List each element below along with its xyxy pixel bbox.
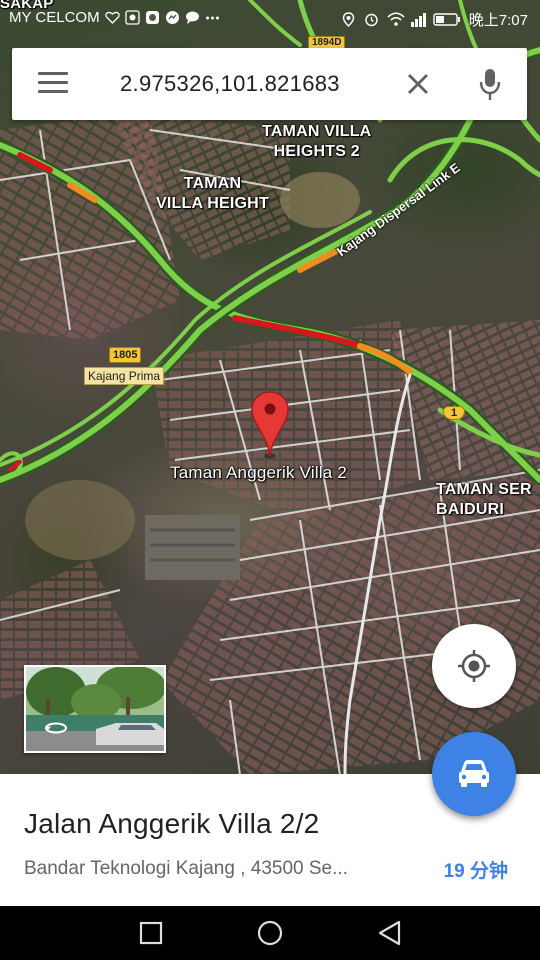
place-chip-kajang-prima[interactable]: Kajang Prima: [84, 367, 165, 385]
area-label-taman-seri-baiduri: TAMAN SER BAIDURI: [436, 481, 532, 518]
heart-rate-icon: [104, 10, 120, 25]
microphone-icon[interactable]: [478, 68, 502, 102]
close-icon[interactable]: [404, 70, 432, 98]
browser-icon: [124, 10, 140, 25]
home-icon[interactable]: [255, 918, 285, 948]
area-label-taman-villa-heights-2: TAMAN VILLA HEIGHTS 2: [262, 123, 372, 160]
street-view-rotate-icon: [44, 721, 68, 735]
alarm-icon: [364, 12, 379, 27]
my-location-button[interactable]: [432, 624, 516, 708]
message-icon: [185, 10, 200, 25]
open-ground: [25, 480, 135, 560]
location-icon: [341, 12, 356, 27]
signal-icon: [410, 12, 426, 27]
route-shield-1: 1: [443, 406, 466, 420]
location-pin-icon[interactable]: [250, 390, 290, 460]
messenger-icon: [165, 10, 180, 25]
back-icon[interactable]: [375, 918, 405, 948]
pin-place-label: Taman Anggerik Villa 2: [170, 463, 348, 482]
area-label-taman-villa-height: TAMAN VILLA HEIGHT: [156, 175, 269, 212]
battery-icon: [433, 12, 461, 27]
status-bar: MY CELCOM 晚上7:07: [0, 0, 540, 36]
travel-time: 19 分钟: [443, 861, 508, 882]
directions-button[interactable]: [432, 732, 516, 816]
street-view-photo: [26, 667, 164, 751]
search-input[interactable]: [120, 71, 380, 97]
place-address: Bandar Teknologi Kajang , 43500 Se...: [24, 858, 348, 879]
hamburger-menu-icon[interactable]: [38, 72, 68, 96]
place-title: Jalan Anggerik Villa 2/2: [24, 808, 320, 839]
carrier-label: MY CELCOM: [9, 9, 100, 26]
construction-site: [280, 172, 360, 228]
search-bar: [12, 48, 527, 120]
navigation-bar: [0, 906, 540, 960]
chat-icon: [145, 10, 160, 25]
status-time: 晚上7:07: [468, 12, 528, 29]
building-block: [145, 515, 240, 580]
wifi-icon: [387, 12, 405, 27]
recent-apps-icon[interactable]: [136, 918, 166, 948]
route-shield-1805: 1805: [109, 347, 142, 363]
car-icon: [459, 760, 489, 787]
my-location-icon: [458, 650, 490, 682]
more-dots-icon: [205, 10, 220, 25]
street-view-thumbnail[interactable]: [24, 665, 166, 753]
